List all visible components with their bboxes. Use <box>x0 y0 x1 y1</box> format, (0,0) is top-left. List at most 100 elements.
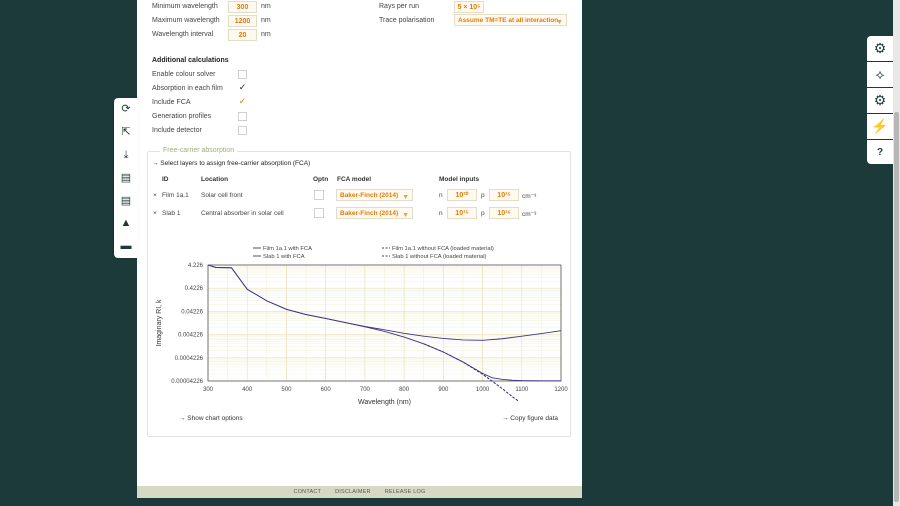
col-header-optn: Optn <box>313 176 329 183</box>
row-fca-model-value: Baker-Finch (2014) <box>340 210 399 217</box>
chevron-down-icon: ▼ <box>402 212 409 219</box>
y-tick-label: 0.00004226 <box>171 379 203 385</box>
col-header-location: Location <box>201 176 229 183</box>
x-axis-label: Wavelength (nm) <box>358 399 411 406</box>
footer-contact-link[interactable]: CONTACT <box>294 489 322 495</box>
max-wavelength-input[interactable]: 1200 <box>228 15 257 27</box>
lightning-icon[interactable]: ⚡ <box>867 114 893 140</box>
additional-calculations-title: Additional calculations <box>152 57 229 64</box>
p-input[interactable]: 10¹⁵ <box>489 189 519 201</box>
fca-instruction: → Select layers to assign free-carrier a… <box>152 160 311 167</box>
row-id: Slab 1 <box>162 210 181 217</box>
include-fca-checkbox[interactable]: ✓ <box>238 97 247 107</box>
min-wavelength-unit: nm <box>261 3 271 10</box>
x-tick-label: 400 <box>242 387 253 393</box>
gear-icon[interactable]: ⚙ <box>867 36 893 62</box>
footer-release-log-link[interactable]: RELEASE LOG <box>385 489 426 495</box>
n-input[interactable]: 10¹⁵ <box>447 207 477 219</box>
copy-figure-data-link[interactable]: → Copy figure data <box>502 415 558 422</box>
legend-label: Slab 1 without FCA (loaded material) <box>392 254 486 260</box>
max-wavelength-label: Maximum wavelength <box>152 17 220 24</box>
generation-profiles-checkbox[interactable] <box>238 112 247 121</box>
y-tick-label: 0.4226 <box>185 286 204 292</box>
p-label: p <box>481 210 485 217</box>
n-label: n <box>439 210 443 217</box>
fca-chart: 300 400 500 600 700 800 900 1000 1100 1200 4.226 0.… <box>156 246 568 406</box>
enable-colour-solver-label: Enable colour solver <box>152 71 216 78</box>
chevron-down-icon: ▼ <box>402 194 409 201</box>
refresh-icon[interactable]: ⟳ <box>119 102 133 116</box>
settings-icon[interactable]: ⚙ <box>867 88 893 114</box>
left-toolbar: ⟳ ⇱ ⤓ ▤ ▤ ▲ ▬ <box>114 98 138 258</box>
download-icon[interactable]: ⤓ <box>119 148 133 162</box>
col-header-model-inputs: Model inputs <box>439 176 480 183</box>
absorption-each-film-label: Absorption in each film <box>152 85 223 92</box>
footer-disclaimer-link[interactable]: DISCLAIMER <box>335 489 371 495</box>
trace-polarisation-select[interactable]: Assume TM=TE at all interaction ▼ <box>454 14 567 26</box>
x-tick-label: 600 <box>321 387 332 393</box>
include-detector-checkbox[interactable] <box>238 126 247 135</box>
row-fca-model-value: Baker-Finch (2014) <box>340 192 399 199</box>
rays-per-run-label: Rays per run <box>379 3 420 10</box>
col-header-fca-model: FCA model <box>337 176 372 183</box>
enable-colour-solver-checkbox[interactable] <box>238 70 247 79</box>
x-tick-label: 300 <box>203 387 214 393</box>
wavelength-interval-input[interactable]: 20 <box>228 29 257 41</box>
x-tick-label: 500 <box>281 387 292 393</box>
pointer-icon[interactable]: ⇱ <box>119 125 133 139</box>
x-tick-label: 1100 <box>515 387 529 393</box>
fca-section-title: Free-carrier absorption <box>160 147 238 154</box>
light-burst-icon[interactable]: ⟡ <box>867 62 893 88</box>
row-fca-model-select[interactable]: Baker-Finch (2014) ▼ <box>336 207 413 219</box>
x-tick-label: 1000 <box>476 387 490 393</box>
row-location: Central absorber in solar cell <box>201 210 284 217</box>
generation-profiles-label: Generation profiles <box>152 113 212 120</box>
wavelength-interval-label: Wavelength interval <box>152 31 214 38</box>
p-label: p <box>481 192 485 199</box>
file-import-icon[interactable]: ▤ <box>119 171 133 185</box>
y-tick-label: 0.04226 <box>181 309 203 315</box>
chat-icon[interactable]: ▬ <box>119 239 133 253</box>
n-label: n <box>439 192 443 199</box>
rays-per-run-input[interactable]: 5 × 10⁵ <box>454 1 484 13</box>
min-wavelength-input[interactable]: 300 <box>228 1 257 13</box>
y-tick-label: 0.0004226 <box>175 356 204 362</box>
x-tick-label: 700 <box>360 387 371 393</box>
max-wavelength-unit: nm <box>261 17 271 24</box>
y-tick-label: 0.004226 <box>178 333 204 339</box>
absorption-each-film-checkbox[interactable]: ✓ <box>238 83 247 93</box>
trace-polarisation-label: Trace polarisation <box>379 17 435 24</box>
col-header-id: ID <box>162 176 169 183</box>
n-input[interactable]: 10²⁰ <box>447 189 477 201</box>
legend-label: Film 1a.1 with FCA <box>263 246 312 252</box>
remove-row-icon[interactable]: × <box>153 210 157 217</box>
unit-label: cm⁻³ <box>522 211 537 218</box>
graduation-cap-icon[interactable]: ▲ <box>119 216 133 230</box>
row-location: Solar cell front <box>201 192 243 199</box>
footer: CONTACT DISCLAIMER RELEASE LOG <box>137 486 582 498</box>
include-detector-label: Include detector <box>152 127 202 134</box>
row-optn-checkbox[interactable] <box>314 190 324 200</box>
row-id: Film 1a.1 <box>162 192 189 199</box>
trace-polarisation-value: Assume TM=TE at all interaction <box>458 17 559 24</box>
legend-label: Film 1a.1 without FCA (loaded material) <box>392 246 494 252</box>
x-tick-label: 1200 <box>554 387 568 393</box>
show-chart-options-link[interactable]: → Show chart options <box>179 415 243 422</box>
help-icon[interactable]: ? <box>867 140 893 165</box>
min-wavelength-label: Minimum wavelength <box>152 3 218 10</box>
include-fca-label: Include FCA <box>152 99 191 106</box>
p-input[interactable]: 10¹⁶ <box>489 207 519 219</box>
right-toolbar: ⚙ ⟡ ⚙ ⚡ ? <box>867 36 893 164</box>
chevron-down-icon: ▼ <box>556 19 563 26</box>
x-tick-label: 800 <box>399 387 410 393</box>
wavelength-interval-unit: nm <box>261 31 271 38</box>
x-tick-label: 900 <box>438 387 449 393</box>
row-fca-model-select[interactable]: Baker-Finch (2014) ▼ <box>336 189 413 201</box>
y-tick-label: 4.226 <box>188 263 204 269</box>
file-upload-icon[interactable]: ▤ <box>119 194 133 208</box>
remove-row-icon[interactable]: × <box>153 192 157 199</box>
legend-label: Slab 1 with FCA <box>263 254 305 260</box>
unit-label: cm⁻³ <box>522 193 537 200</box>
scrollbar-thumb[interactable] <box>894 112 899 502</box>
row-optn-checkbox[interactable] <box>314 208 324 218</box>
